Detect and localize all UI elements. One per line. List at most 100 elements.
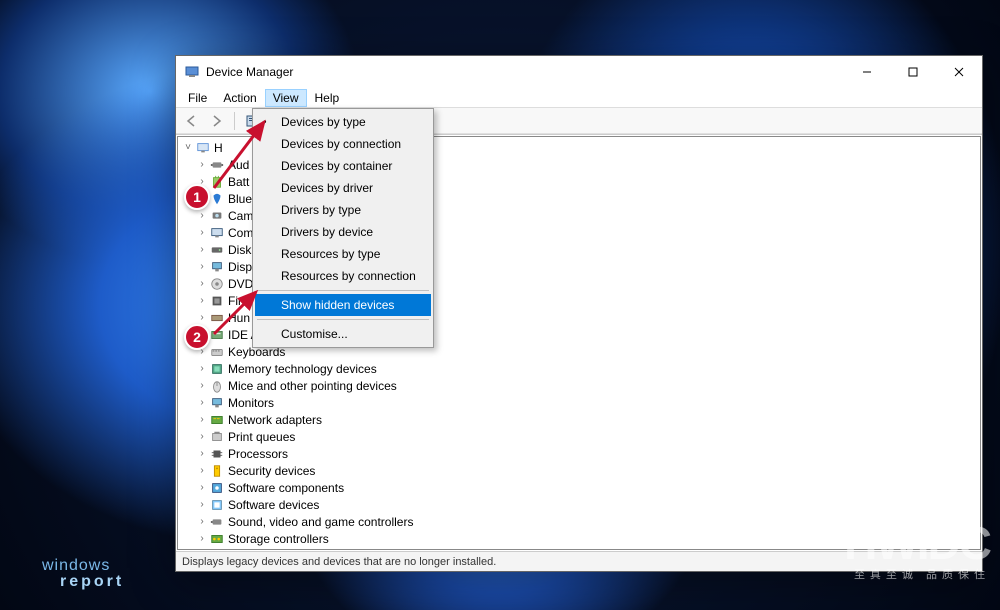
view-menu-item[interactable]: •Devices by type [255,111,431,133]
annotation-badge-2: 2 [184,324,210,350]
window-title: Device Manager [206,65,293,79]
tree-item-label: Sound, video and game controllers [228,515,413,529]
collapse-icon[interactable]: ˅ [182,142,194,153]
tree-item-label: Monitors [228,396,274,410]
device-category-icon [209,242,225,258]
expand-icon[interactable]: › [196,448,208,459]
status-text: Displays legacy devices and devices that… [182,556,496,568]
menu-view[interactable]: View [265,89,307,107]
menu-item-label: Devices by driver [281,181,373,195]
tree-item-label: Network adapters [228,413,322,427]
tree-item-label: Processors [228,447,288,461]
tree-item-label: Storage controllers [228,532,329,546]
view-menu-item[interactable]: Show hidden devices [255,294,431,316]
close-button[interactable] [936,56,982,88]
expand-icon[interactable]: › [196,414,208,425]
device-category-icon [209,463,225,479]
tree-item-label: Cam [228,209,253,223]
expand-icon[interactable]: › [196,312,208,323]
device-category-icon [209,344,225,360]
tree-item-label: Memory technology devices [228,362,377,376]
view-menu-item[interactable]: Devices by connection [255,133,431,155]
tree-item-label: Mice and other pointing devices [228,379,397,393]
watermark-windowsreport: windows report [42,558,124,590]
titlebar[interactable]: Device Manager [176,56,982,88]
maximize-button[interactable] [890,56,936,88]
expand-icon[interactable]: › [196,533,208,544]
minimize-button[interactable] [844,56,890,88]
nav-back-button[interactable] [180,110,202,132]
menu-item-label: Devices by container [281,159,392,173]
expand-icon[interactable]: › [196,465,208,476]
tree-item-label: Print queues [228,430,295,444]
device-category-icon [209,208,225,224]
expand-icon[interactable]: › [196,295,208,306]
expand-icon[interactable]: › [196,227,208,238]
device-category-icon [209,412,225,428]
annotation-arrow-1 [206,116,276,196]
device-category-icon [209,480,225,496]
tree-item-label: Disk [228,243,251,257]
device-category-icon [209,446,225,462]
menu-item-label: Devices by type [281,115,366,129]
device-category-icon [209,225,225,241]
tree-item[interactable]: › Processors [196,445,980,462]
menu-action[interactable]: Action [215,89,264,107]
menu-item-label: Drivers by device [281,225,373,239]
tree-item[interactable]: › Software devices [196,496,980,513]
device-category-icon [209,497,225,513]
menu-item-label: Drivers by type [281,203,361,217]
expand-icon[interactable]: › [196,380,208,391]
window-controls [844,56,982,88]
view-menu-item[interactable]: Resources by type [255,243,431,265]
view-menu-item[interactable]: Devices by driver [255,177,431,199]
menu-item-label: Devices by connection [281,137,401,151]
view-menu-item[interactable]: Customise... [255,323,431,345]
expand-icon[interactable]: › [196,516,208,527]
menu-help[interactable]: Help [307,89,348,107]
device-category-icon [209,531,225,547]
tree-item-label: Disp [228,260,252,274]
device-category-icon [209,378,225,394]
tree-item[interactable]: › Print queues [196,428,980,445]
menu-item-label: Customise... [281,327,348,341]
menu-item-label: Resources by type [281,247,380,261]
expand-icon[interactable]: › [196,210,208,221]
tree-item[interactable]: › Network adapters [196,411,980,428]
expand-icon[interactable]: › [196,482,208,493]
device-category-icon [209,514,225,530]
view-menu-item[interactable]: Devices by container [255,155,431,177]
view-dropdown-menu: •Devices by type Devices by connection Dev… [252,108,434,348]
view-menu-item[interactable]: Resources by connection [255,265,431,287]
tree-item[interactable]: › Memory technology devices [196,360,980,377]
expand-icon[interactable]: › [196,397,208,408]
expand-icon[interactable]: › [196,431,208,442]
menu-divider [257,319,429,320]
app-icon [184,64,200,80]
menu-file[interactable]: File [180,89,215,107]
view-menu-item[interactable]: Drivers by device [255,221,431,243]
expand-icon[interactable]: › [196,363,208,374]
expand-icon[interactable]: › [196,499,208,510]
tree-item-label: Software devices [228,498,319,512]
device-category-icon [209,429,225,445]
tree-item-label: Software components [228,481,344,495]
annotation-arrow-2 [208,286,268,340]
expand-icon[interactable]: › [196,278,208,289]
annotation-badge-1: 1 [184,184,210,210]
tree-item-label: Com [228,226,253,240]
menu-item-label: Show hidden devices [281,298,394,312]
tree-item[interactable]: › Software components [196,479,980,496]
tree-item[interactable]: › Security devices [196,462,980,479]
tree-item-label: Security devices [228,464,315,478]
expand-icon[interactable]: › [196,261,208,272]
view-menu-item[interactable]: Drivers by type [255,199,431,221]
watermark-hwidc: HWIDC 至真至诚 品质保住 [844,516,990,582]
menu-divider [257,290,429,291]
menu-item-label: Resources by connection [281,269,416,283]
tree-item[interactable]: › Mice and other pointing devices [196,377,980,394]
tree-item[interactable]: › Monitors [196,394,980,411]
device-category-icon [209,395,225,411]
expand-icon[interactable]: › [196,244,208,255]
device-manager-window: Device Manager File Action View Help ˅ H… [175,55,983,572]
